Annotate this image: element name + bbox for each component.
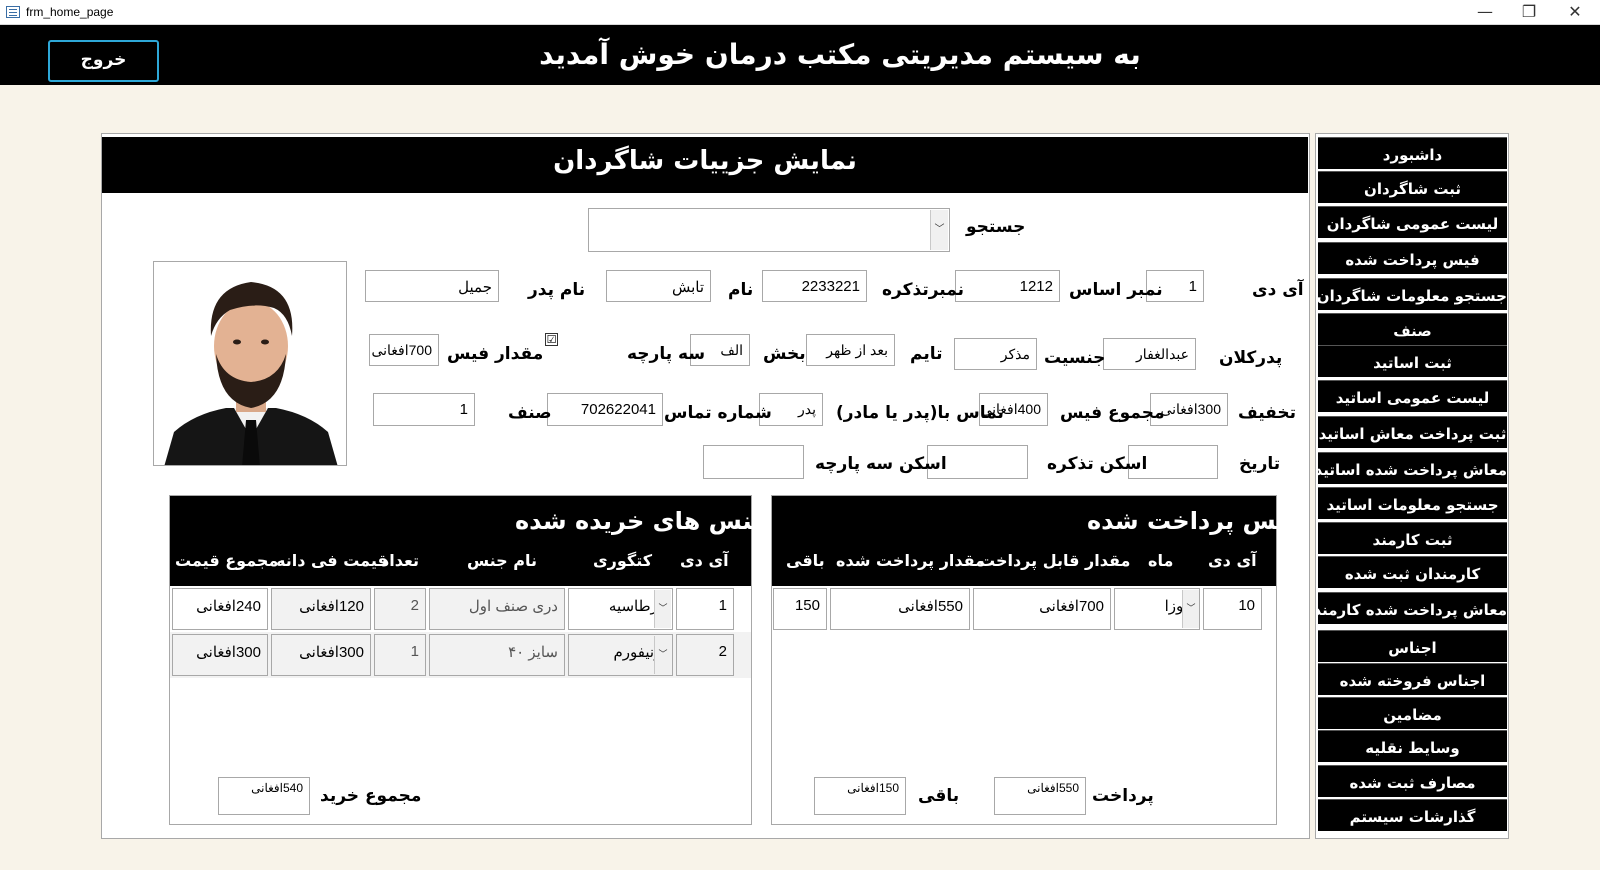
fees-col-paid: مقدار پرداخت شده [836,551,986,570]
nav-sold-items[interactable]: اجناس فروخته شده [1318,663,1507,695]
three-part-scan-field[interactable] [703,445,804,479]
base-number-field[interactable]: 1212 [955,270,1060,302]
paid-fees-title: فیس پرداخت شده [1087,507,1302,535]
base-number-label: نمبر اساس [1069,280,1163,300]
nav-search-teachers[interactable]: جستجو معلومات اساتید [1318,487,1507,519]
tazkira-number-field[interactable]: 2233221 [762,270,867,302]
minimize-button[interactable]: — [1463,0,1507,24]
phone-field[interactable]: 702622041 [547,393,663,426]
purchased-items-title: جنس های خریده شده [515,507,770,535]
panel-title: نمایش جزییات شاگردان [553,146,857,176]
window-title: frm_home_page [26,5,114,19]
phone-label: شماره تماس [664,403,772,423]
fees-col-month: ماه [1148,551,1174,570]
nav-students-list[interactable]: لیست عمومی شاگردان [1318,206,1507,238]
purchases-row2-total[interactable]: 300افغانی [172,634,268,676]
exit-button[interactable]: خروج [48,40,159,82]
purchases-row1-qty[interactable]: 2 [374,588,426,630]
nav-teacher-salary-payment[interactable]: ثبت پرداخت معاش اساتید [1318,416,1507,448]
purchase-total-label: مجموع خرید [320,786,422,806]
nav-employee-paid-salary[interactable]: معاش پرداخت شده کارمندان [1318,592,1507,624]
tazkira-number-label: نمبرتذکره [882,280,964,300]
nav-register-employee[interactable]: ثبت کارمند [1318,522,1507,554]
time-field[interactable]: بعد از ظهر [806,334,895,366]
nav-registered-employees[interactable]: کارمندان ثبت شده [1318,556,1507,588]
close-button[interactable]: ✕ [1553,0,1597,24]
fees-remaining-label: باقی [918,786,960,806]
chevron-down-icon[interactable]: ﹀ [654,590,671,628]
search-combo[interactable] [588,208,950,252]
fees-row-id[interactable]: 10 [1203,588,1262,630]
purchases-col-category: کتگوری [593,551,653,570]
id-label: آی دی [1252,280,1304,300]
nav-classes[interactable]: صنف [1318,313,1507,345]
purchases-row1-id[interactable]: 1 [676,588,734,630]
nav-teacher-paid-salary[interactable]: معاش پرداخت شده اساتید [1318,452,1507,484]
fee-amount-label: مقدار فیس [447,344,544,364]
payment-label: پرداخت [1092,786,1154,806]
purchases-row1-total[interactable]: 240افغانی [172,588,268,630]
purchases-row2-item[interactable]: سایز ۴۰ [429,634,565,676]
fees-col-remaining: باقی [786,551,825,570]
purchase-total-field[interactable]: 540افغانی [218,777,310,815]
nav-subjects[interactable]: مضامین [1318,697,1507,729]
date-label: تاریخ [1239,454,1281,474]
purchases-col-total: مجموع قیمت [175,551,279,570]
fees-col-payable: مقدار قابل پرداخت [979,551,1131,570]
nav-vehicles[interactable]: وسایط نقلیه [1318,730,1507,762]
grandfather-field[interactable]: عبدالغفار [1103,338,1196,370]
chevron-down-icon[interactable]: ﹀ [654,636,671,674]
search-label: جستجو [966,217,1026,237]
fees-remaining-field[interactable]: 150افغانی [814,777,906,815]
discount-label: تخفیف [1238,403,1297,423]
nav-registered-expenses[interactable]: مصارف ثبت شده [1318,765,1507,797]
nav-search-students[interactable]: جستجو معلومات شاگردان [1318,278,1507,310]
nav-dashboard[interactable]: داشبورد [1318,137,1507,169]
purchases-col-id: آی دی [680,551,729,570]
restore-button[interactable]: ❐ [1507,0,1551,24]
total-fee-label: مجموع فیس [1060,403,1165,423]
purchases-row1-unit-price[interactable]: 120افغانی [271,588,371,630]
fees-col-id: آی دی [1208,551,1257,570]
student-photo [153,261,347,466]
nav-paid-fees[interactable]: فیس پرداخت شده [1318,242,1507,274]
time-label: تایم [910,344,943,364]
fees-row-paid[interactable]: 550افغانی [830,588,970,630]
class-field[interactable]: 1 [373,393,475,426]
gender-label: جنسیت [1044,348,1106,368]
chevron-down-icon[interactable]: ﹀ [1182,590,1199,628]
name-field[interactable]: تابش [606,270,711,302]
nav-items[interactable]: اجناس [1318,630,1507,662]
fees-row-payable[interactable]: 700افغانی [973,588,1111,630]
three-part-label: سه پارچه [627,344,706,364]
gender-field[interactable]: مذکر [954,338,1037,370]
contact-with-label: تماس با(پدر یا مادر) [836,403,1004,423]
nav-register-teachers[interactable]: ثبت اساتید [1318,345,1507,377]
nav-register-students[interactable]: ثبت شاگردان [1318,171,1507,203]
purchases-row2-unit-price[interactable]: 300افغانی [271,634,371,676]
purchases-row1-item[interactable]: دری صنف اول [429,588,565,630]
window-titlebar [0,0,1600,25]
grandfather-label: پدرکلان [1219,348,1283,368]
welcome-title: به سیستم مدیریتی مکتب درمان خوش آمدید [539,38,1141,71]
name-label: نام [728,280,754,300]
payment-total-field[interactable]: 550افغانی [994,777,1086,815]
tazkira-scan-label: اسکن تذکره [1047,454,1148,474]
father-name-field[interactable]: جمیل [365,270,499,302]
fee-amount-field[interactable]: 700افغانی [369,334,439,366]
nav-system-reports[interactable]: گذارشات سیستم [1318,799,1507,831]
purchases-row2-qty[interactable]: 1 [374,634,426,676]
section-label: بخش [763,344,806,364]
nav-teachers-list[interactable]: لیست عمومی اساتید [1318,380,1507,412]
fees-row-remaining[interactable]: 150 [773,588,827,630]
purchases-col-item: نام جنس [467,551,537,570]
father-name-label: نام پدر [528,280,586,300]
three-part-scan-label: اسکن سه پارچه [815,454,947,474]
class-label: صنف [508,403,552,423]
chevron-down-icon[interactable]: ﹀ [930,210,948,250]
form-icon [6,6,20,18]
purchases-col-unit-price: قیمت فی دانه [276,551,388,570]
three-part-checkbox[interactable]: ☑ [545,333,558,346]
purchases-row2-id[interactable]: 2 [676,634,734,676]
